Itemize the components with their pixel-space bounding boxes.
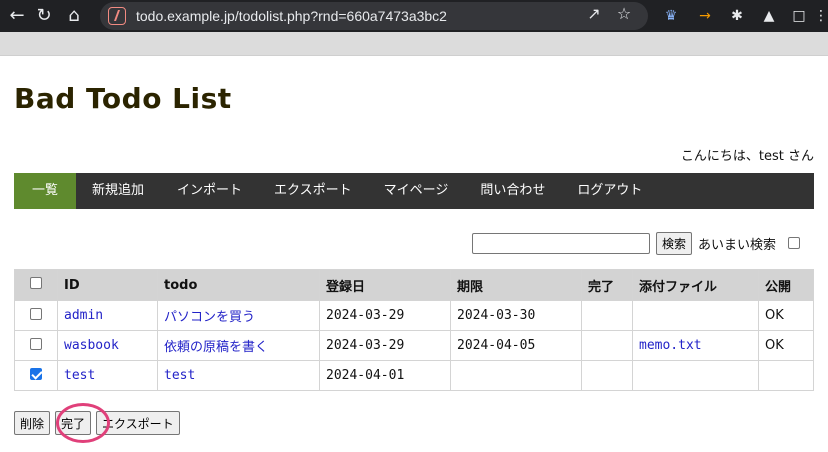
select-all-checkbox[interactable] [30,277,42,289]
id-cell: wasbook [57,330,158,361]
id-link[interactable]: admin [64,308,103,323]
registered-cell: 2024-04-01 [319,360,451,391]
row-select-cell [14,360,58,391]
menu-item-import[interactable]: インポート [161,173,258,209]
column-header-attachment: 添付ファイル [632,269,759,301]
complete-button[interactable]: 完了 [55,411,92,435]
column-header-todo: todo [157,269,320,301]
arrow-left-icon[interactable]: ← [6,5,28,27]
fuzzy-search-checkbox[interactable] [788,237,801,249]
attachment-cell [632,300,759,331]
browser-toolbar: ← ↻ ⌂ todo.example.jp/todolist.php?rnd=6… [0,0,828,32]
menu-item-export[interactable]: エクスポート [258,173,368,209]
todo-table: ID todo 登録日 期限 完了 添付ファイル 公開 admin パソコンを買… [14,269,814,391]
reload-icon[interactable]: ↻ [33,5,55,27]
table-header-row: ID todo 登録日 期限 完了 添付ファイル 公開 [14,269,814,301]
table-row: test test 2024-04-01 [14,360,814,391]
todo-cell: パソコンを買う [157,300,320,331]
page-title: Bad Todo List [14,82,232,115]
url-text[interactable]: todo.example.jp/todolist.php?rnd=660a747… [136,8,447,24]
more-menu-icon[interactable]: ⋮ [812,6,828,26]
table-row: wasbook 依頼の原稿を書く 2024-03-29 2024-04-05 m… [14,330,814,361]
greeting-text: こんにちは、test さん [680,149,814,164]
row-select-cell [14,330,58,361]
delete-button[interactable]: 削除 [14,411,51,435]
row-select-cell [14,300,58,331]
todo-link[interactable]: パソコンを買う [164,310,255,325]
id-link[interactable]: test [64,368,95,383]
todo-cell: 依頼の原稿を書く [157,330,320,361]
row-checkbox[interactable] [30,337,42,350]
puzzle-icon[interactable]: ✱ [728,6,746,26]
extension-flask-icon[interactable]: ▲ [760,6,778,26]
column-header-done: 完了 [581,269,633,301]
column-header-due: 期限 [450,269,582,301]
attachment-cell: memo.txt [632,330,759,361]
export-button[interactable]: エクスポート [96,411,180,435]
table-row: admin パソコンを買う 2024-03-29 2024-03-30 OK [14,300,814,331]
column-header-public: 公開 [758,269,814,301]
due-cell [450,360,582,391]
row-checkbox[interactable] [30,367,42,380]
home-icon[interactable]: ⌂ [63,5,85,27]
menu-item-mypage[interactable]: マイページ [368,173,465,209]
public-cell: OK [758,300,814,331]
side-panel-icon[interactable]: □ [790,6,808,26]
id-cell: test [57,360,158,391]
registered-cell: 2024-03-29 [319,330,451,361]
site-info-icon[interactable] [108,7,126,25]
todo-cell: test [157,360,320,391]
column-header-id: ID [57,269,158,301]
fuzzy-search-label: あいまい検索 [698,237,777,253]
extension-arrow-icon[interactable]: → [696,6,714,26]
row-checkbox[interactable] [30,307,42,320]
public-cell: OK [758,330,814,361]
id-link[interactable]: wasbook [64,338,119,353]
search-bar: 検索 あいまい検索 [472,231,801,255]
bookmarks-bar [0,32,828,56]
column-header-registered: 登録日 [319,269,451,301]
select-all-cell [14,269,58,301]
main-menu: 一覧 新規追加 インポート エクスポート マイページ 問い合わせ ログアウト [14,173,814,209]
todo-link[interactable]: 依頼の原稿を書く [164,340,268,355]
done-cell [581,360,633,391]
todo-link[interactable]: test [164,368,195,383]
search-button[interactable]: 検索 [656,231,693,255]
star-icon[interactable]: ☆ [614,4,634,24]
extension-accessibility-icon[interactable]: ♛ [662,6,680,26]
action-buttons: 削除 完了 エクスポート [14,411,185,435]
share-icon[interactable]: ↗ [584,4,604,24]
attachment-cell [632,360,759,391]
menu-item-add[interactable]: 新規追加 [76,173,161,209]
id-cell: admin [57,300,158,331]
public-cell [758,360,814,391]
attachment-link[interactable]: memo.txt [639,338,702,353]
menu-item-contact[interactable]: 問い合わせ [464,173,561,209]
menu-item-list[interactable]: 一覧 [14,173,76,209]
address-bar[interactable]: todo.example.jp/todolist.php?rnd=660a747… [100,2,648,30]
menu-item-logout[interactable]: ログアウト [561,173,658,209]
done-cell [581,330,633,361]
registered-cell: 2024-03-29 [319,300,451,331]
done-cell [581,300,633,331]
due-cell: 2024-03-30 [450,300,582,331]
search-input[interactable] [472,232,650,254]
due-cell: 2024-04-05 [450,330,582,361]
